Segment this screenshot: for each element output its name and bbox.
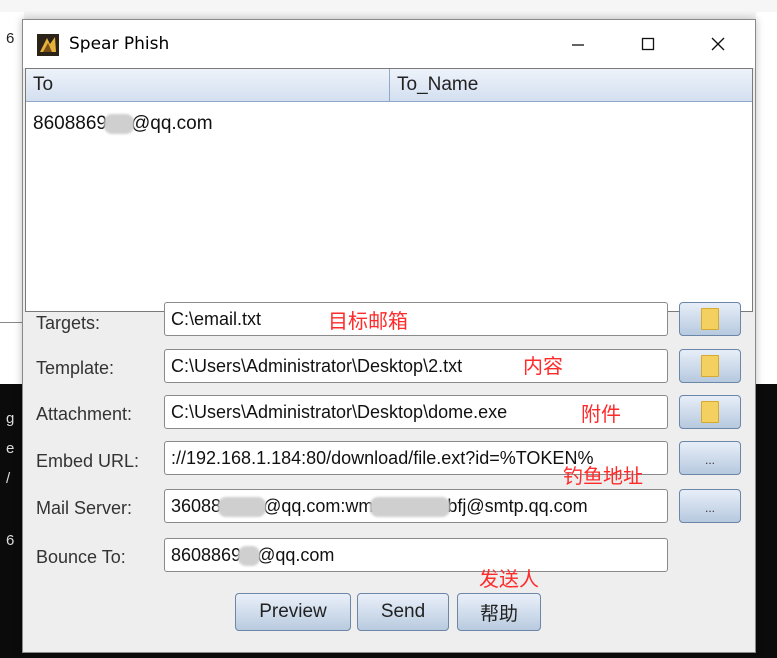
template-value: C:\Users\Administrator\Desktop\2.txt bbox=[171, 356, 463, 376]
recipients-table[interactable]: To To_Name 8608869 @qq.com bbox=[25, 68, 753, 312]
close-icon bbox=[711, 37, 725, 51]
targets-label: Targets: bbox=[36, 313, 101, 333]
attachment-label: Attachment: bbox=[36, 404, 133, 424]
embed-url-value: ://192.168.1.184:80/download/file.ext?id… bbox=[171, 448, 594, 468]
column-header-to[interactable]: To bbox=[26, 69, 390, 101]
embed-url-label: Embed URL: bbox=[36, 451, 140, 471]
redaction-blur bbox=[370, 497, 451, 518]
background-glyph: e bbox=[6, 440, 15, 457]
embed-url-browse-button[interactable]: ... bbox=[679, 441, 741, 475]
background-right-panel bbox=[756, 12, 777, 384]
background-glyph: / bbox=[6, 470, 11, 487]
mail-server-value-part: @qq.com:wm bbox=[263, 496, 374, 516]
folder-icon bbox=[701, 401, 719, 423]
bounce-to-field[interactable]: 8608869 @qq.com bbox=[164, 538, 668, 572]
send-button[interactable]: Send bbox=[357, 593, 449, 631]
spear-phish-window: Spear Phish To To_Name 8608869 @qq.com Ta… bbox=[22, 19, 756, 653]
close-button[interactable] bbox=[683, 20, 753, 68]
annotation-sender: 发送人 bbox=[479, 567, 539, 591]
bounce-to-label: Bounce To: bbox=[36, 547, 126, 567]
background-glyph: g bbox=[6, 410, 15, 427]
annotation-embed-url: 钓鱼地址 bbox=[563, 464, 643, 488]
minimize-button[interactable] bbox=[543, 20, 613, 68]
cell-to-prefix: 8608869 bbox=[33, 113, 107, 134]
folder-icon bbox=[701, 308, 719, 330]
redaction-blur bbox=[103, 113, 134, 134]
ellipsis-icon: ... bbox=[704, 501, 715, 515]
background-glyph: 6 bbox=[6, 532, 15, 549]
mail-server-field[interactable]: 36088 @qq.com:wm bfj@smtp.qq.com bbox=[164, 489, 668, 523]
cell-to-suffix: @qq.com bbox=[130, 113, 213, 134]
redaction-blur bbox=[218, 497, 267, 518]
template-field[interactable]: C:\Users\Administrator\Desktop\2.txt bbox=[164, 349, 668, 383]
background-strip bbox=[0, 0, 777, 12]
ellipsis-icon: ... bbox=[704, 453, 715, 467]
attachment-browse-button[interactable] bbox=[679, 395, 741, 429]
mail-server-browse-button[interactable]: ... bbox=[679, 489, 741, 523]
mail-server-value-part: 36088 bbox=[171, 496, 222, 516]
targets-browse-button[interactable] bbox=[679, 302, 741, 336]
title-bar[interactable]: Spear Phish bbox=[23, 20, 755, 68]
template-browse-button[interactable] bbox=[679, 349, 741, 383]
maximize-icon bbox=[641, 37, 655, 51]
annotation-attachment: 附件 bbox=[581, 402, 621, 426]
folder-icon bbox=[701, 355, 719, 377]
bounce-to-value-part: @qq.com bbox=[257, 545, 335, 565]
bounce-to-value-part: 8608869 bbox=[171, 545, 242, 565]
window-title: Spear Phish bbox=[69, 34, 170, 54]
column-header-to-name[interactable]: To_Name bbox=[390, 69, 752, 101]
targets-value: C:\email.txt bbox=[171, 309, 262, 329]
background-glyph: 6 bbox=[6, 30, 15, 47]
help-button[interactable]: 帮助 bbox=[457, 593, 541, 631]
table-header: To To_Name bbox=[26, 69, 752, 102]
table-row[interactable]: 8608869 @qq.com bbox=[33, 113, 213, 135]
redaction-blur bbox=[238, 546, 261, 567]
targets-field[interactable]: C:\email.txt bbox=[164, 302, 668, 336]
minimize-icon bbox=[572, 44, 584, 46]
mail-server-value-part: bfj@smtp.qq.com bbox=[447, 496, 588, 516]
app-icon bbox=[37, 34, 59, 56]
mail-server-label: Mail Server: bbox=[36, 498, 133, 518]
maximize-button[interactable] bbox=[613, 20, 683, 68]
annotation-targets: 目标邮箱 bbox=[328, 309, 408, 333]
template-label: Template: bbox=[36, 358, 115, 378]
attachment-value: C:\Users\Administrator\Desktop\dome.exe bbox=[171, 402, 508, 422]
preview-button[interactable]: Preview bbox=[235, 593, 351, 631]
background-divider bbox=[0, 322, 24, 323]
annotation-template: 内容 bbox=[523, 354, 563, 378]
